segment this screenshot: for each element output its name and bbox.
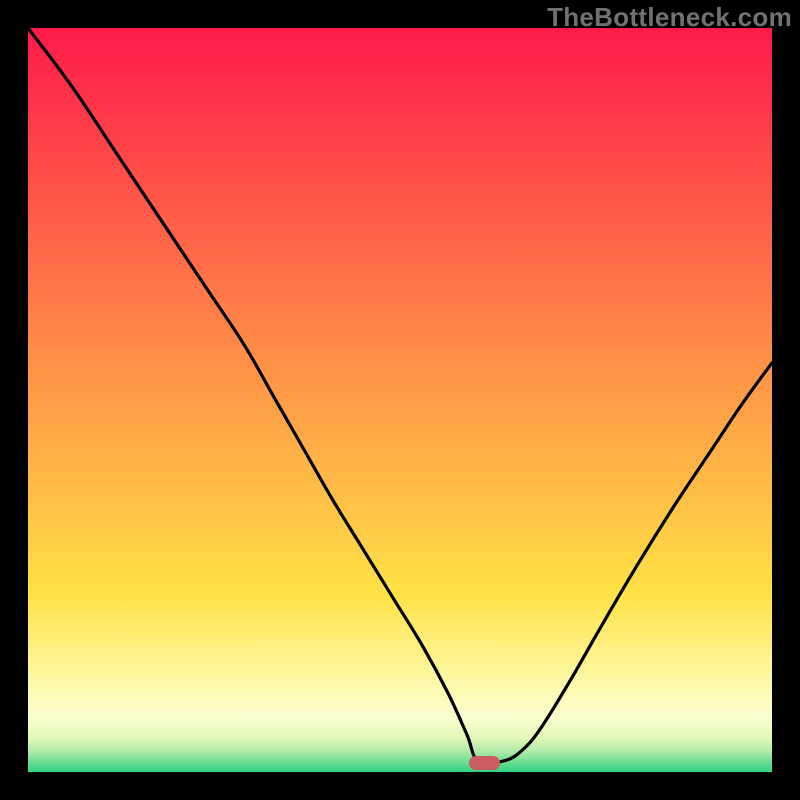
optimum-marker xyxy=(469,756,500,769)
watermark-text: TheBottleneck.com xyxy=(547,2,792,33)
bottleneck-curve xyxy=(28,28,772,772)
plot-area xyxy=(28,28,772,772)
chart-frame: TheBottleneck.com xyxy=(0,0,800,800)
